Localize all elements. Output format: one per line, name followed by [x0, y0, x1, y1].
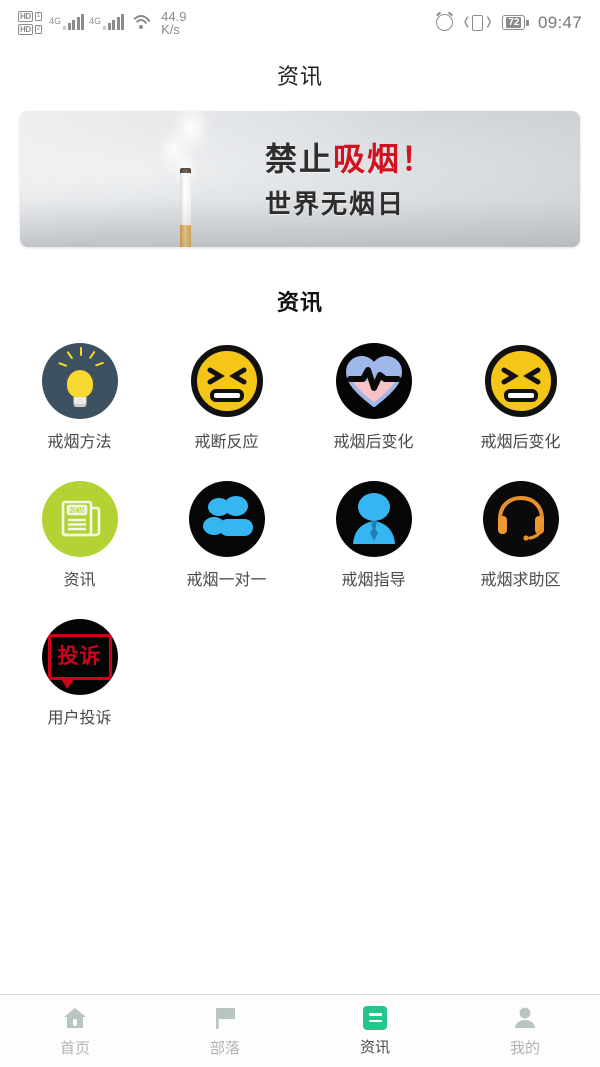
sim1-indicator: HD 1 — [18, 10, 43, 22]
grid-item-user-complaint[interactable]: 投诉 用户投诉 — [6, 619, 153, 731]
signal-bars-icon-2 — [103, 13, 125, 30]
person-icon — [335, 481, 412, 557]
flag-icon — [216, 1007, 235, 1029]
grid-item-label: 戒烟求助区 — [480, 572, 561, 589]
grid-item-guidance[interactable]: 戒烟指导 — [300, 481, 447, 593]
signal-indicator-1: 4G — [49, 13, 85, 30]
grid-item-smoking-cessation-methods[interactable]: 戒烟方法 — [6, 343, 153, 455]
people-group-svg — [202, 496, 253, 536]
hd-label-sim1: HD — [18, 10, 33, 22]
wifi-icon — [130, 15, 153, 30]
volte-indicators: HD 1 HD 2 — [18, 10, 43, 35]
status-bar-clock: 09:47 — [537, 12, 582, 32]
battery-cap — [526, 19, 529, 26]
hd-label-sim2: HD — [18, 23, 33, 35]
banner-headline-black: 禁止 — [265, 141, 334, 177]
tab-label-tribe: 部落 — [209, 1039, 240, 1057]
grid-item-label: 戒烟后变化 — [480, 434, 561, 451]
news-paper-icon: NEW — [41, 481, 118, 557]
network-type-label-2: 4G — [89, 15, 102, 26]
home-icon — [64, 1007, 86, 1028]
tab-label-profile: 我的 — [509, 1039, 540, 1057]
complaint-bubble: 投诉 — [47, 634, 112, 689]
grid-item-label: 戒烟后变化 — [333, 434, 414, 451]
alarm-clock-icon — [435, 14, 453, 31]
vibrate-icon: ❬ ❭ — [462, 14, 493, 31]
tab-home[interactable]: 首页 — [0, 995, 150, 1067]
status-bar: HD 1 HD 2 4G 4G 44.9 K/s ❬ ❭ 72 09:47 — [0, 0, 600, 45]
squint-face-svg — [484, 345, 557, 417]
news-badge-text: NEW — [68, 508, 85, 515]
battery-indicator: 72 — [502, 15, 529, 30]
grid-item-changes-after-quitting-1[interactable]: 戒烟后变化 — [300, 343, 447, 455]
people-group-icon — [188, 481, 265, 557]
banner-subline: 世界无烟日 — [265, 189, 406, 219]
page-title: 资讯 — [276, 64, 323, 89]
feature-grid: 戒烟方法 戒断反应 戒烟后变化 戒烟后变化 NEW 资讯 戒烟一对一 戒烟指导 … — [0, 343, 600, 757]
bottom-tab-bar: 首页 部落 资讯 我的 — [0, 994, 600, 1067]
tab-label-home: 首页 — [59, 1039, 90, 1057]
banner-text-block: 禁止吸烟！ 世界无烟日 — [265, 139, 435, 223]
headset-svg — [497, 495, 544, 541]
sim1-number: 1 — [34, 11, 43, 21]
grid-item-label: 用户投诉 — [47, 710, 112, 727]
grid-item-withdrawal-reaction[interactable]: 戒断反应 — [153, 343, 300, 455]
network-speed-value: 44.9 — [161, 8, 187, 24]
tab-news[interactable]: 资讯 — [300, 995, 450, 1067]
banner-headline-red: 吸烟！ — [333, 141, 436, 177]
grid-item-label: 戒烟一对一 — [186, 572, 267, 589]
heart-pulse-svg — [345, 355, 402, 407]
signal-indicator-2: 4G — [89, 13, 125, 30]
network-type-label-1: 4G — [49, 15, 62, 26]
complaint-icon: 投诉 — [41, 619, 118, 695]
grid-item-label: 戒烟方法 — [47, 434, 112, 451]
sim2-number: 2 — [34, 24, 43, 34]
signal-bars-icon-1 — [63, 13, 85, 30]
banner-headline: 禁止吸烟！ — [265, 139, 435, 179]
tab-tribe[interactable]: 部落 — [150, 995, 300, 1067]
grid-item-label: 戒断反应 — [194, 434, 259, 451]
squint-face-svg — [190, 345, 263, 417]
grid-item-news[interactable]: NEW 资讯 — [6, 481, 153, 593]
lightbulb-icon — [41, 343, 118, 419]
person-svg — [352, 493, 395, 544]
grid-item-help-zone[interactable]: 戒烟求助区 — [447, 481, 594, 593]
squint-face-icon — [483, 343, 559, 419]
grid-item-label: 资讯 — [63, 572, 96, 589]
network-speed: 44.9 K/s — [161, 10, 186, 36]
person-icon — [515, 1007, 535, 1028]
news-paper-svg: NEW — [61, 500, 100, 537]
no-smoking-banner[interactable]: 禁止吸烟！ 世界无烟日 — [20, 111, 580, 247]
tab-profile[interactable]: 我的 — [450, 995, 600, 1067]
news-icon — [363, 1005, 387, 1030]
network-speed-unit: K/s — [161, 21, 180, 37]
tab-label-news: 资讯 — [359, 1038, 390, 1056]
cigarette-graphic — [180, 168, 191, 247]
complaint-bubble-text: 投诉 — [57, 645, 102, 668]
status-bar-right: ❬ ❭ 72 09:47 — [435, 12, 582, 33]
squint-face-icon — [189, 343, 265, 419]
section-title: 资讯 — [276, 290, 323, 315]
grid-item-one-on-one[interactable]: 戒烟一对一 — [153, 481, 300, 593]
heart-pulse-icon — [335, 343, 412, 419]
grid-item-label: 戒烟指导 — [341, 572, 406, 589]
status-bar-left: HD 1 HD 2 4G 4G 44.9 K/s — [18, 10, 186, 36]
banner-section: 禁止吸烟！ 世界无烟日 — [0, 111, 600, 247]
battery-level-text: 72 — [506, 17, 522, 28]
sim2-indicator: HD 2 — [18, 23, 43, 35]
headset-icon — [482, 481, 559, 557]
grid-item-changes-after-quitting-2[interactable]: 戒烟后变化 — [447, 343, 594, 455]
